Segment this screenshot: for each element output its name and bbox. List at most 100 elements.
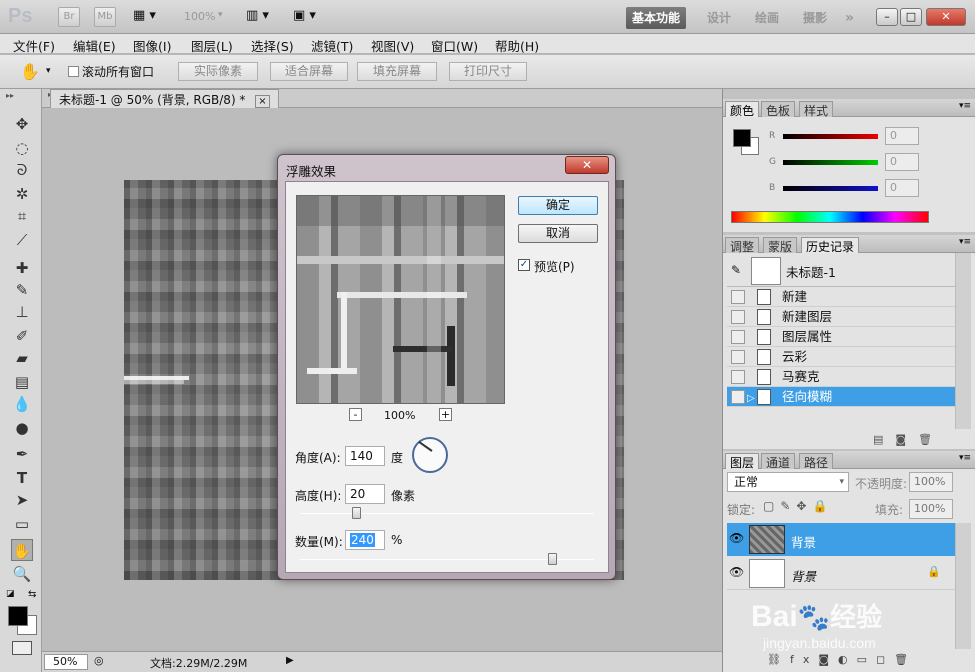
menu-edit[interactable]: 编辑(E) — [73, 36, 116, 55]
workspace-design[interactable]: 设计 — [707, 7, 731, 29]
hand-tool-preset-icon[interactable]: ✋ — [20, 62, 40, 81]
workspace-photography[interactable]: 摄影 — [803, 7, 827, 29]
layers-footer-icons[interactable]: ⛓fx◙◐▭◻🗑 — [767, 653, 917, 666]
mini-bridge-button[interactable]: Mb — [94, 7, 116, 27]
height-field[interactable]: 20 — [345, 484, 385, 504]
collapse-toolbar-icon[interactable]: ▸▸ — [6, 91, 14, 100]
history-item-selected[interactable]: ▷ 径向模糊 — [727, 387, 955, 407]
preview-zoom-out-button[interactable]: - — [349, 408, 362, 421]
color-spectrum-bar[interactable] — [731, 211, 929, 223]
swap-colors-icon[interactable]: ⇆ — [28, 589, 36, 600]
menu-filter[interactable]: 滤镜(T) — [311, 36, 353, 55]
menu-file[interactable]: 文件(F) — [13, 36, 55, 55]
tab-channels[interactable]: 通道 — [761, 453, 796, 470]
fill-field[interactable]: 100% — [909, 499, 953, 519]
history-item-checkbox[interactable] — [731, 330, 745, 344]
tab-masks[interactable]: 蒙版 — [763, 237, 798, 254]
history-item-checkbox[interactable] — [731, 310, 745, 324]
bridge-button[interactable]: Br — [58, 7, 80, 27]
angle-field[interactable]: 140 — [345, 446, 385, 466]
preset-dropdown-icon[interactable]: ▾ — [46, 66, 51, 76]
status-zoom-field[interactable]: 50% — [44, 654, 88, 670]
layer-visibility-eye-icon[interactable]: 👁 — [729, 531, 744, 545]
lock-options-icons[interactable]: ▢✎✥🔒 — [763, 499, 833, 513]
magic-wand-tool-icon[interactable]: ✲ — [11, 183, 33, 205]
history-item-checkbox[interactable] — [731, 290, 745, 304]
history-item[interactable]: 新建 — [727, 287, 955, 307]
color-foreground-swatch[interactable] — [733, 129, 751, 147]
preview-zoom-in-button[interactable]: + — [439, 408, 452, 421]
zoom-dropdown-icon[interactable]: ▾ — [218, 10, 223, 20]
status-menu-arrow-icon[interactable]: ▶ — [286, 655, 294, 666]
blur-tool-icon[interactable]: 💧 — [11, 393, 33, 415]
height-slider-track[interactable] — [300, 513, 594, 514]
actual-pixels-button[interactable]: 实际像素 — [178, 62, 258, 81]
zoom-level-display[interactable]: 100% — [184, 10, 215, 23]
history-item[interactable]: 图层属性 — [727, 327, 955, 347]
gradient-tool-icon[interactable]: ▤ — [11, 371, 33, 393]
panel-menu-icon[interactable]: ▾≡ — [959, 453, 971, 463]
history-brush-tool-icon[interactable]: ✐ — [11, 325, 33, 347]
minimize-button[interactable]: – — [876, 8, 898, 26]
history-item-checkbox[interactable] — [731, 390, 745, 404]
history-scrollbar[interactable] — [955, 253, 971, 429]
maximize-button[interactable]: □ — [900, 8, 922, 26]
layers-scrollbar[interactable] — [955, 523, 971, 649]
fill-screen-button[interactable]: 填充屏幕 — [357, 62, 437, 81]
channel-b-value[interactable]: 0 — [885, 179, 919, 197]
layer-name[interactable]: 背景 — [791, 532, 816, 551]
marquee-tool-icon[interactable]: ◌ — [11, 137, 33, 159]
menu-window[interactable]: 窗口(W) — [431, 36, 478, 55]
eyedropper-tool-icon[interactable]: ⟋ — [11, 229, 33, 251]
history-snapshot-row[interactable]: ✎ 未标题-1 — [727, 255, 955, 287]
cancel-button[interactable]: 取消 — [518, 224, 598, 243]
lasso-tool-icon[interactable]: ᘐ — [11, 159, 33, 181]
history-state-slider-icon[interactable]: ▷ — [747, 389, 755, 408]
preview-checkbox[interactable]: ✓ — [518, 259, 530, 271]
channel-r-slider[interactable] — [783, 134, 878, 139]
channel-g-value[interactable]: 0 — [885, 153, 919, 171]
path-selection-tool-icon[interactable]: ➤ — [11, 489, 33, 511]
tab-adjustments[interactable]: 调整 — [725, 237, 760, 254]
history-footer-icons[interactable]: ▤◙🗑 — [873, 433, 944, 446]
more-workspaces-icon[interactable]: » — [845, 7, 854, 29]
print-size-button[interactable]: 打印尺寸 — [449, 62, 527, 81]
tab-layers[interactable]: 图层 — [725, 453, 760, 470]
dialog-close-button[interactable]: ✕ — [565, 156, 609, 174]
ok-button[interactable]: 确定 — [518, 196, 598, 215]
healing-brush-tool-icon[interactable]: ✚ — [11, 257, 33, 279]
history-item[interactable]: 云彩 — [727, 347, 955, 367]
channel-b-slider[interactable] — [783, 186, 878, 191]
hand-tool-icon[interactable]: ✋ — [11, 539, 33, 561]
view-extras-icon[interactable]: ▦ ▾ — [133, 8, 167, 26]
history-item[interactable]: 新建图层 — [727, 307, 955, 327]
type-tool-icon[interactable]: T — [11, 467, 33, 489]
tab-swatches[interactable]: 色板 — [761, 101, 796, 118]
quick-mask-icon[interactable] — [12, 641, 32, 655]
panel-menu-icon[interactable]: ▾≡ — [959, 237, 971, 247]
menu-help[interactable]: 帮助(H) — [495, 36, 539, 55]
eraser-tool-icon[interactable]: ▰ — [11, 347, 33, 369]
scroll-all-windows-checkbox[interactable] — [68, 66, 79, 77]
screen-mode-icon[interactable]: ▣ ▾ — [293, 8, 316, 23]
menu-layer[interactable]: 图层(L) — [191, 36, 233, 55]
document-tab[interactable]: 未标题-1 @ 50% (背景, RGB/8) * × — [50, 89, 279, 108]
layer-name[interactable]: 背景 — [791, 566, 816, 585]
close-button[interactable]: ✕ — [926, 8, 966, 26]
zoom-tool-icon[interactable]: 🔍 — [11, 563, 33, 585]
layer-visibility-eye-icon[interactable]: 👁 — [729, 565, 744, 579]
angle-dial[interactable] — [412, 437, 448, 473]
move-tool-icon[interactable]: ✥ — [11, 113, 33, 135]
menu-view[interactable]: 视图(V) — [371, 36, 414, 55]
amount-slider-thumb[interactable] — [548, 553, 557, 565]
tab-paths[interactable]: 路径 — [799, 453, 834, 470]
blend-mode-select[interactable]: 正常 ▾ — [727, 472, 849, 492]
fit-screen-button[interactable]: 适合屏幕 — [270, 62, 348, 81]
rectangle-tool-icon[interactable]: ▭ — [11, 513, 33, 535]
status-info-icon[interactable]: ◎ — [94, 654, 104, 667]
history-item[interactable]: 马赛克 — [727, 367, 955, 387]
channel-g-slider[interactable] — [783, 160, 878, 165]
opacity-field[interactable]: 100% — [909, 472, 953, 492]
amount-field[interactable]: 240 — [345, 530, 385, 550]
foreground-color-swatch[interactable] — [8, 606, 28, 626]
